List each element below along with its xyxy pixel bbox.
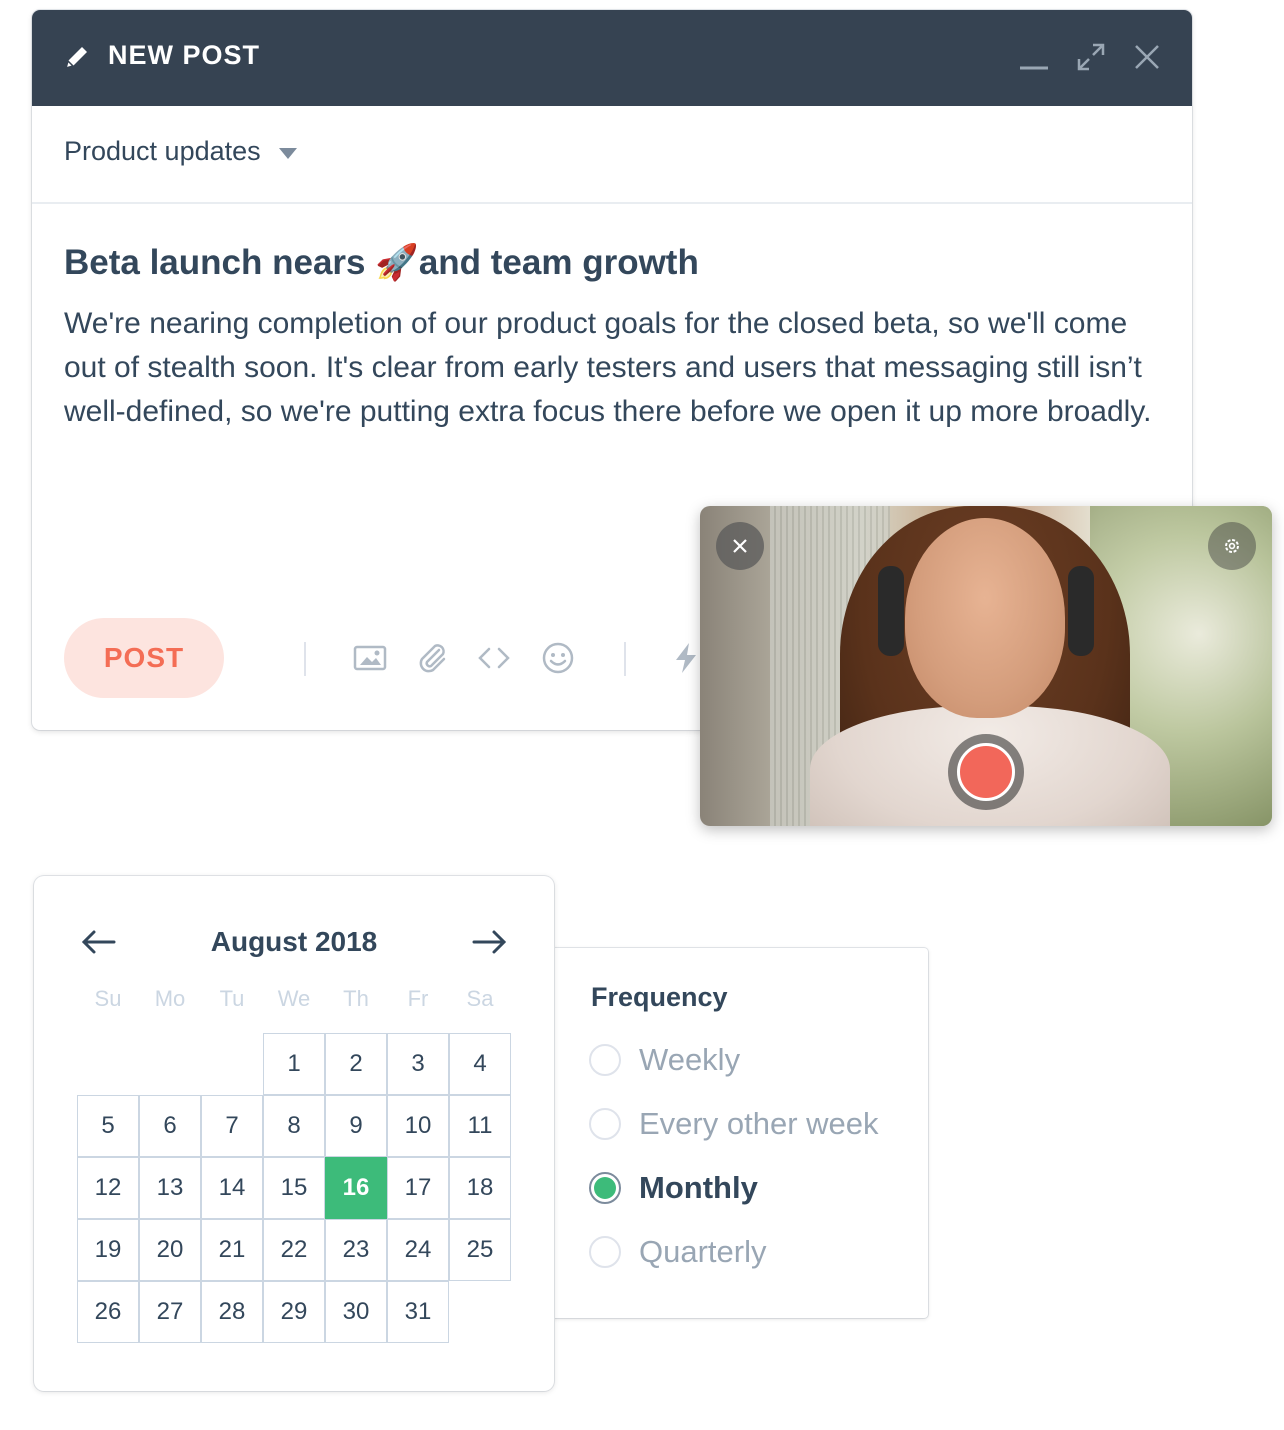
calendar-day[interactable]: 1 <box>263 1033 325 1095</box>
radio-button-checked[interactable] <box>589 1172 621 1204</box>
lightning-icon[interactable] <box>668 640 704 676</box>
weekday-label: Th <box>343 986 369 1011</box>
record-icon <box>957 743 1015 801</box>
post-heading[interactable]: Beta launch nears 🚀and team growth <box>64 242 1164 284</box>
calendar-day[interactable]: 10 <box>387 1095 449 1157</box>
weekday-label: Tu <box>219 986 245 1011</box>
frequency-label: Monthly <box>639 1170 758 1205</box>
post-title: NEW POST <box>108 40 261 70</box>
calendar-day[interactable]: 25 <box>449 1219 511 1281</box>
calendar-day[interactable]: 9 <box>325 1095 387 1157</box>
calendar-day[interactable]: 4 <box>449 1033 511 1095</box>
video-recorder <box>700 506 1272 826</box>
weekday-label: Fr <box>407 986 429 1011</box>
radio-button[interactable] <box>589 1236 621 1268</box>
category-bar: Product updates <box>32 106 1192 204</box>
calendar-day[interactable]: 6 <box>139 1095 201 1157</box>
caret-down-icon <box>278 148 297 159</box>
radio-button[interactable] <box>589 1108 621 1140</box>
calendar-day[interactable]: 23 <box>325 1219 387 1281</box>
calendar-day[interactable]: 7 <box>201 1095 263 1157</box>
calendar-day[interactable]: 13 <box>139 1157 201 1219</box>
attachment-icon[interactable] <box>414 640 450 676</box>
calendar-day[interactable]: 22 <box>263 1219 325 1281</box>
calendar-day[interactable]: 18 <box>449 1157 511 1219</box>
post-body-text[interactable]: We're nearing completion of our product … <box>64 302 1164 434</box>
headphone-right <box>1068 566 1094 656</box>
record-button[interactable] <box>948 734 1024 810</box>
expand-icon[interactable] <box>1076 42 1106 72</box>
frequency-panel: Frequency Weekly Every other week Monthl… <box>545 948 928 1318</box>
calendar-day[interactable]: 20 <box>139 1219 201 1281</box>
calendar-day[interactable]: 8 <box>263 1095 325 1157</box>
post-editor[interactable]: Beta launch nears 🚀and team growth We're… <box>64 242 1164 434</box>
calendar-day-selected[interactable]: 16 <box>325 1157 387 1219</box>
frequency-option-every-other-week[interactable]: Every other week <box>589 1104 879 1144</box>
calendar-day[interactable]: 30 <box>325 1281 387 1343</box>
post-button[interactable]: POST <box>64 618 224 698</box>
weekday-label: Mo <box>154 986 186 1011</box>
frequency-title: Frequency <box>591 982 728 1012</box>
calendar-day[interactable]: 27 <box>139 1281 201 1343</box>
weekday-label: Sa <box>466 986 494 1011</box>
category-label: Product updates <box>64 136 261 166</box>
calendar-day[interactable]: 2 <box>325 1033 387 1095</box>
post-toolbar: POST <box>64 618 764 698</box>
frequency-label: Quarterly <box>639 1234 767 1269</box>
emoji-icon[interactable] <box>540 640 576 676</box>
radio-button[interactable] <box>589 1044 621 1076</box>
calendar-day[interactable]: 29 <box>263 1281 325 1343</box>
calendar-day[interactable]: 11 <box>449 1095 511 1157</box>
frequency-option-monthly[interactable]: Monthly <box>589 1168 758 1208</box>
calendar-day[interactable]: 21 <box>201 1219 263 1281</box>
calendar-day[interactable]: 12 <box>77 1157 139 1219</box>
rocket-emoji: 🚀 <box>375 243 419 282</box>
radio-dot <box>594 1177 616 1199</box>
calendar-day[interactable]: 28 <box>201 1281 263 1343</box>
calendar-day[interactable]: 14 <box>201 1157 263 1219</box>
weekday-label: Su <box>94 986 122 1011</box>
arrow-right-icon[interactable] <box>470 924 510 960</box>
category-dropdown[interactable]: Product updates <box>64 136 297 167</box>
frequency-label: Weekly <box>639 1042 741 1077</box>
calendar-day[interactable]: 31 <box>387 1281 449 1343</box>
code-icon[interactable] <box>476 640 512 676</box>
close-icon[interactable] <box>1132 42 1162 72</box>
webcam-person-face <box>905 518 1065 718</box>
weekday-label: We <box>277 986 311 1011</box>
video-close-button[interactable] <box>716 522 764 570</box>
calendar-day[interactable]: 19 <box>77 1219 139 1281</box>
frequency-label: Every other week <box>639 1106 879 1141</box>
calendar-day[interactable]: 26 <box>77 1281 139 1343</box>
close-icon <box>733 539 747 553</box>
minimize-icon[interactable] <box>1018 42 1048 72</box>
calendar-day[interactable]: 5 <box>77 1095 139 1157</box>
video-settings-button[interactable] <box>1208 522 1256 570</box>
calendar-day[interactable]: 15 <box>263 1157 325 1219</box>
date-picker: August 2018 Su Mo Tu We Th Fr Sa 1 2 3 4 5 6 7 8 9 10 11 1… <box>34 876 554 1391</box>
headphone-left <box>878 566 904 656</box>
post-header: NEW POST <box>32 10 1192 106</box>
toolbar-divider <box>304 642 306 676</box>
calendar-day[interactable]: 3 <box>387 1033 449 1095</box>
gear-icon <box>1225 539 1239 553</box>
frequency-option-quarterly[interactable]: Quarterly <box>589 1232 766 1272</box>
calendar-day[interactable]: 24 <box>387 1219 449 1281</box>
image-icon[interactable] <box>352 640 388 676</box>
frequency-option-weekly[interactable]: Weekly <box>589 1040 740 1080</box>
toolbar-divider <box>624 642 626 676</box>
pencil-icon <box>64 47 87 70</box>
calendar-day[interactable]: 17 <box>387 1157 449 1219</box>
